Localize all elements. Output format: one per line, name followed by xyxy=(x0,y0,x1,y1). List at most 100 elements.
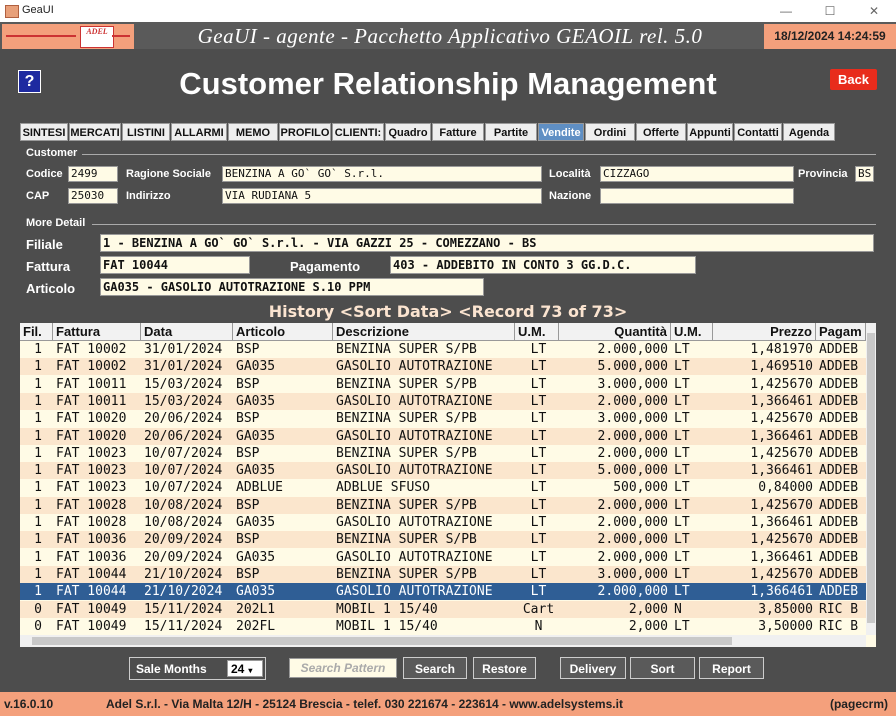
column-header[interactable]: Fattura xyxy=(53,323,141,341)
table-cell: 2.000,000 xyxy=(597,445,668,461)
tab-agenda[interactable]: Agenda xyxy=(783,123,835,141)
delivery-button[interactable]: Delivery xyxy=(560,657,626,679)
tab-quadro[interactable]: Quadro xyxy=(385,123,431,141)
window-titlebar: GeaUI — ☐ ✕ xyxy=(0,0,896,23)
table-cell: ADDEB xyxy=(819,359,859,375)
table-cell: 2,000 xyxy=(628,601,668,617)
tab-vendite[interactable]: Vendite xyxy=(538,123,584,141)
fattura-field[interactable]: FAT 10044 xyxy=(100,256,250,274)
articolo-field[interactable]: GA035 - GASOLIO AUTOTRAZIONE S.10 PPM xyxy=(100,278,484,296)
table-cell: LT xyxy=(530,532,547,548)
close-icon[interactable]: ✕ xyxy=(852,0,896,22)
table-row[interactable]: 1 FAT 10044 21/10/2024 GA035 GASOLIO AUTOTRA… xyxy=(20,583,866,601)
table-cell: 31/01/2024 xyxy=(144,359,223,375)
indirizzo-field[interactable]: VIA RUDIANA 5 xyxy=(222,188,542,204)
column-header[interactable]: Articolo xyxy=(233,323,333,341)
table-row[interactable]: 0 FAT 10049 15/11/2024 202L1 MOBIL 1 15/40 Ca… xyxy=(20,600,866,618)
table-row[interactable]: 1 FAT 10011 15/03/2024 BSP BENZINA SUPER S/P… xyxy=(20,376,866,393)
table-cell: 2.000,000 xyxy=(597,549,668,565)
tab-allarmi[interactable]: ALLARMI xyxy=(171,123,227,141)
table-cell: LT xyxy=(674,532,690,548)
help-button[interactable]: ? xyxy=(18,70,41,93)
table-cell: 2.000,000 xyxy=(597,497,668,513)
vertical-scrollbar[interactable] xyxy=(866,323,876,635)
table-cell: RIC B xyxy=(819,601,859,617)
table-row[interactable]: 0 FAT 10049 15/11/2024 202FL MOBIL 1 15/40 N 2… xyxy=(20,618,866,635)
back-button[interactable]: Back xyxy=(830,69,877,90)
minimize-icon[interactable]: — xyxy=(764,0,808,22)
tab-clienti[interactable]: CLIENTI: xyxy=(332,123,384,141)
table-cell: 1,366461 xyxy=(750,549,813,565)
nazione-field[interactable] xyxy=(600,188,794,204)
table-cell: LT xyxy=(530,566,547,582)
ragione-sociale-field[interactable]: BENZINA A GO` GO` S.r.l. xyxy=(222,166,542,182)
table-cell: RIC B xyxy=(819,618,859,634)
column-header[interactable]: U.M. xyxy=(515,323,559,341)
footer: v.16.0.10 Adel S.r.l. - Via Malta 12/H -… xyxy=(0,692,896,716)
table-cell: 1 xyxy=(34,376,42,392)
table-row[interactable]: 1 FAT 10020 20/06/2024 GA035 GASOLIO AUTOTRA… xyxy=(20,427,866,445)
table-cell: GASOLIO AUTOTRAZIONE xyxy=(336,393,493,409)
column-header[interactable]: Quantità xyxy=(559,323,671,341)
table-cell: LT xyxy=(530,445,547,461)
table-row[interactable]: 1 FAT 10028 10/08/2024 GA035 GASOLIO AUTOTRA… xyxy=(20,514,866,531)
tab-sintesi[interactable]: SINTESI xyxy=(20,123,68,141)
column-header[interactable]: Prezzo xyxy=(713,323,816,341)
horizontal-scroll-thumb[interactable] xyxy=(32,637,732,645)
tab-contatti[interactable]: Contatti xyxy=(734,123,782,141)
column-header[interactable]: U.M. xyxy=(671,323,713,341)
table-cell: LT xyxy=(674,393,690,409)
codice-field[interactable]: 2499 xyxy=(68,166,118,182)
table-cell: 3.000,000 xyxy=(597,566,668,582)
tab-memo[interactable]: MEMO xyxy=(228,123,278,141)
table-cell: 21/10/2024 xyxy=(144,566,223,582)
tab-partite[interactable]: Partite xyxy=(485,123,537,141)
filiale-field[interactable]: 1 - BENZINA A GO` GO` S.r.l. - VIA GAZZI… xyxy=(100,234,874,252)
tab-mercati[interactable]: MERCATI xyxy=(69,123,121,141)
tab-offerte[interactable]: Offerte xyxy=(636,123,686,141)
table-row[interactable]: 1 FAT 10036 20/09/2024 BSP BENZINA SUPER S/P… xyxy=(20,531,866,549)
table-cell: LT xyxy=(674,549,690,565)
report-button[interactable]: Report xyxy=(699,657,764,679)
search-pattern-input[interactable]: Search Pattern xyxy=(289,658,397,678)
localita-field[interactable]: CIZZAGO xyxy=(600,166,794,182)
table-cell: 3,50000 xyxy=(758,618,813,634)
table-row[interactable]: 1 FAT 10002 31/01/2024 GA035 GASOLIO AUTOTRA… xyxy=(20,358,866,376)
provincia-field[interactable]: BS xyxy=(855,166,874,182)
table-cell: FAT 10044 xyxy=(56,566,127,582)
table-cell: 10/07/2024 xyxy=(144,480,223,496)
tab-listini[interactable]: LISTINI xyxy=(122,123,170,141)
table-row[interactable]: 1 FAT 10023 10/07/2024 BSP BENZINA SUPER S/P… xyxy=(20,445,866,462)
vertical-scroll-thumb[interactable] xyxy=(867,333,875,623)
table-cell: 15/03/2024 xyxy=(144,393,223,409)
cap-field[interactable]: 25030 xyxy=(68,188,118,204)
table-row[interactable]: 1 FAT 10020 20/06/2024 BSP BENZINA SUPER S/P… xyxy=(20,410,866,427)
tab-profilo[interactable]: PROFILO xyxy=(279,123,331,141)
localita-label: Località xyxy=(549,168,591,180)
sort-button[interactable]: Sort xyxy=(630,657,695,679)
column-header[interactable]: Descrizione xyxy=(333,323,515,341)
column-header[interactable]: Data xyxy=(141,323,233,341)
sale-months-select[interactable]: 24 ▾ xyxy=(227,660,263,677)
table-row[interactable]: 1 FAT 10028 10/08/2024 BSP BENZINA SUPER S/P… xyxy=(20,496,866,514)
table-row[interactable]: 1 FAT 10023 10/07/2024 ADBLUE ADBLUE SFUSO LT… xyxy=(20,479,866,496)
table-row[interactable]: 1 FAT 10023 10/07/2024 GA035 GASOLIO AUTOTRA… xyxy=(20,462,866,480)
horizontal-scrollbar[interactable] xyxy=(20,635,866,647)
table-row[interactable]: 1 FAT 10002 31/01/2024 BSP BENZINA SUPER S/P… xyxy=(20,341,866,358)
table-row[interactable]: 1 FAT 10036 20/09/2024 GA035 GASOLIO AUTOTRA… xyxy=(20,549,866,566)
tab-appunti[interactable]: Appunti xyxy=(687,123,733,141)
search-button[interactable]: Search xyxy=(403,657,467,679)
table-cell: LT xyxy=(530,376,547,392)
table-row[interactable]: 1 FAT 10044 21/10/2024 BSP BENZINA SUPER S/P… xyxy=(20,565,866,583)
app-title: GeaUI - agente - Pacchetto Applicativo G… xyxy=(197,24,703,48)
table-row[interactable]: 1 FAT 10011 15/03/2024 GA035 GASOLIO AUTOTRA… xyxy=(20,392,866,410)
maximize-icon[interactable]: ☐ xyxy=(808,0,852,22)
restore-button[interactable]: Restore xyxy=(473,657,536,679)
pagamento-field[interactable]: 403 - ADDEBITO IN CONTO 3 GG.D.C. xyxy=(390,256,696,274)
column-header[interactable]: Pagam xyxy=(816,323,866,341)
tab-ordini[interactable]: Ordini xyxy=(585,123,635,141)
tab-fatture[interactable]: Fatture xyxy=(432,123,484,141)
table-cell: 2.000,000 xyxy=(597,342,668,357)
table-cell: BSP xyxy=(236,532,260,548)
column-header[interactable]: Fil. xyxy=(20,323,53,341)
